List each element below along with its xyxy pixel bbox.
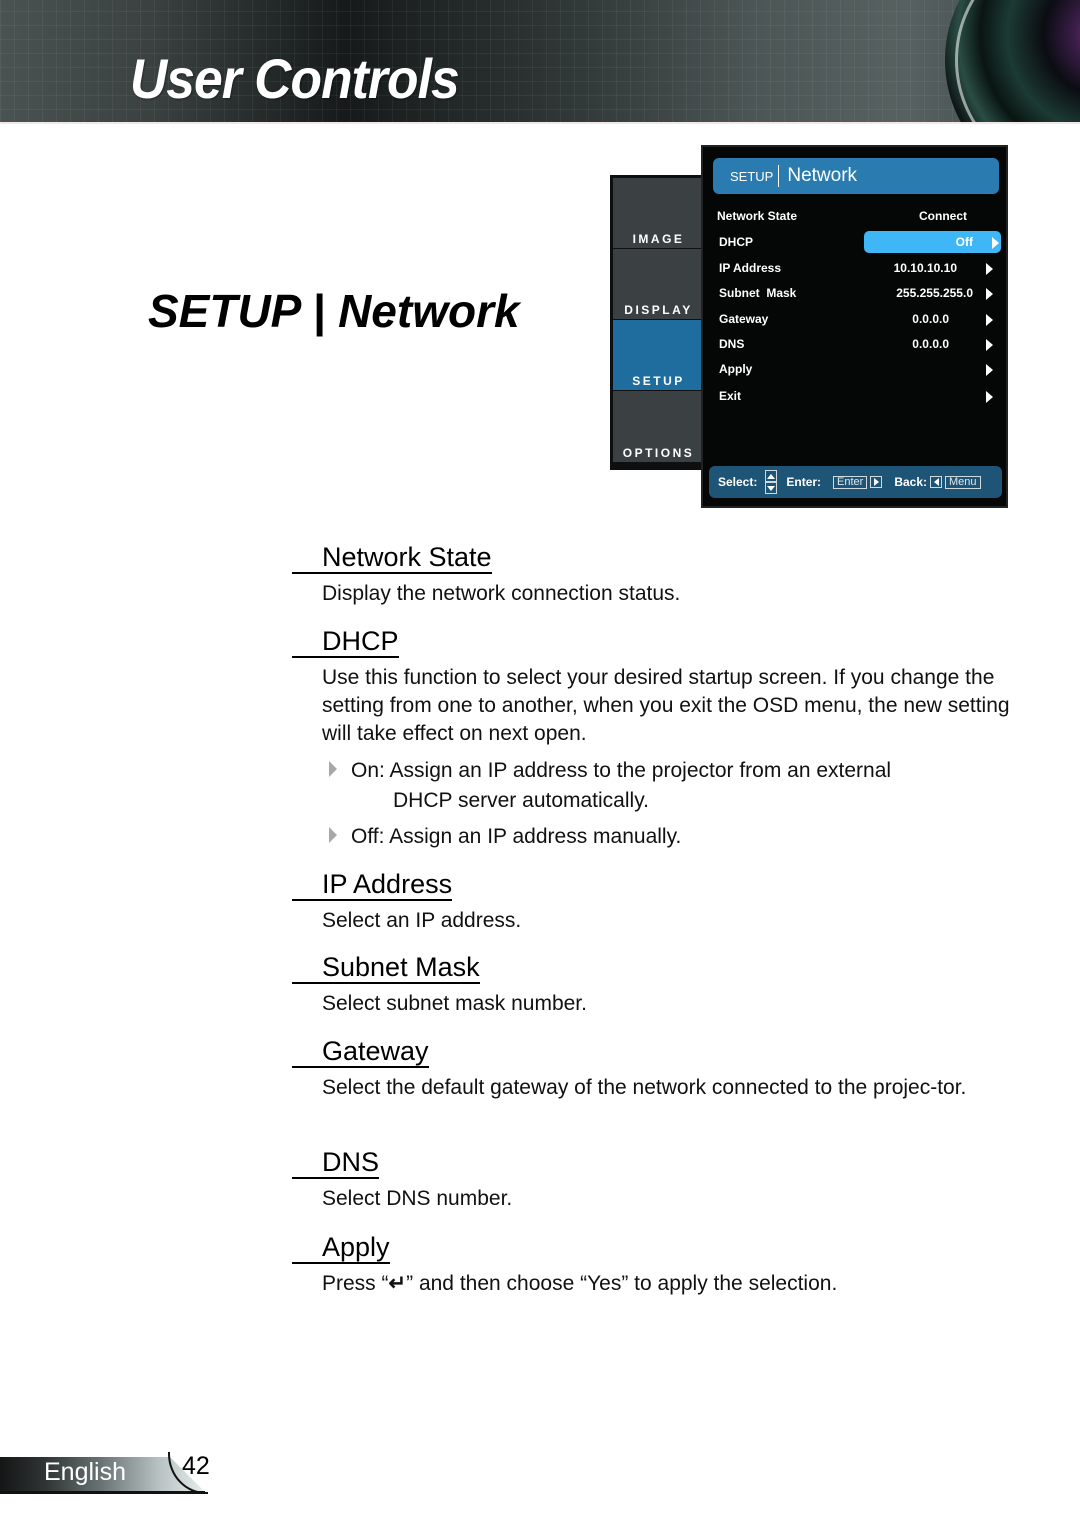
- osd-row-label: Network State: [717, 209, 798, 223]
- enter-key-icon: ↵: [388, 1272, 407, 1295]
- osd-row-ip-address: IP Address 10.10.10.10: [717, 257, 1003, 279]
- item-desc-apply: Press “↵” and then choose “Yes” to apply…: [322, 1270, 1012, 1298]
- dhcp-option-on-line1: On: Assign an IP address to the projecto…: [351, 759, 892, 782]
- osd-row-apply: Apply: [717, 358, 1003, 380]
- item-heading-dhcp: DHCP: [292, 626, 399, 658]
- osd-tab-image: IMAGE: [613, 178, 704, 249]
- apply-desc-before: Press “: [322, 1272, 389, 1295]
- dhcp-option-on-line2: DHCP server automatically.: [393, 789, 649, 812]
- enter-key-icon: Enter: [833, 475, 868, 489]
- osd-row-label: DHCP: [719, 235, 754, 249]
- osd-tab-setup: SETUP: [613, 320, 704, 391]
- left-key-icon: [930, 476, 943, 488]
- osd-row-dhcp: DHCP Off: [717, 231, 1003, 253]
- osd-row-label: DNS: [719, 337, 745, 351]
- osd-row-value: 0.0.0.0: [912, 312, 949, 326]
- lens-ring-decoration: [955, 0, 1080, 124]
- item-desc-network-state: Display the network connection status.: [322, 582, 681, 605]
- osd-row-dns: DNS 0.0.0.0: [717, 333, 1003, 355]
- item-desc-ip-address: Select an IP address.: [322, 909, 522, 932]
- chapter-title: User Controls: [130, 47, 460, 110]
- osd-header-page: Network: [787, 165, 858, 186]
- footer-language: English: [44, 1458, 126, 1486]
- osd-row-exit: Exit: [717, 385, 1003, 407]
- osd-header-separator: [778, 165, 780, 187]
- item-heading-gateway: Gateway: [292, 1036, 429, 1068]
- osd-row-value: 0.0.0.0: [912, 337, 949, 351]
- osd-row-value: 255.255.255.0: [896, 286, 973, 300]
- menu-key-icon: Menu: [945, 475, 981, 489]
- up-down-keys-icon: [765, 470, 778, 494]
- osd-tab-display: DISPLAY: [613, 249, 704, 320]
- right-key-icon: [870, 476, 883, 488]
- footer-rule: [0, 1491, 205, 1494]
- dhcp-option-off: Off: Assign an IP address manually.: [351, 825, 682, 848]
- osd-select-label: Select:: [718, 475, 758, 489]
- item-desc-gateway: Select the default gateway of the networ…: [322, 1076, 967, 1099]
- header-banner: User Controls: [0, 0, 1080, 124]
- item-desc-dns: Select DNS number.: [322, 1187, 513, 1210]
- chevron-right-icon: [986, 288, 993, 300]
- osd-row-label: Gateway: [719, 312, 769, 326]
- osd-tab-column: IMAGE DISPLAY SETUP OPTIONS: [610, 175, 704, 470]
- section-title: SETUP | Network: [148, 285, 520, 337]
- item-heading-ip-address: IP Address: [292, 869, 453, 901]
- banner-divider: [0, 122, 1080, 124]
- osd-row-label: Subnet Mask: [719, 286, 797, 300]
- osd-panel: SETUP Network Network State Connect DHCP…: [701, 145, 1008, 508]
- page-number: 42: [182, 1452, 210, 1480]
- apply-desc-after: ” and then choose “Yes” to apply the sel…: [406, 1272, 838, 1295]
- bullet-arrow-icon: [329, 827, 337, 843]
- chevron-right-icon: [992, 237, 999, 249]
- osd-row-label: Apply: [719, 362, 753, 376]
- item-heading-dns: DNS: [292, 1147, 380, 1179]
- chevron-right-icon: [986, 391, 993, 403]
- osd-row-network-state: Network State Connect: [717, 205, 1003, 227]
- osd-back-label: Back:: [894, 475, 928, 489]
- item-heading-subnet-mask: Subnet Mask: [292, 952, 480, 984]
- bullet-arrow-icon: [329, 761, 337, 777]
- item-heading-apply: Apply: [292, 1232, 390, 1264]
- osd-row-subnet-mask: Subnet Mask 255.255.255.0: [717, 282, 1003, 304]
- osd-enter-label: Enter:: [786, 475, 822, 489]
- chevron-right-icon: [986, 364, 993, 376]
- osd-header: SETUP Network: [713, 158, 999, 194]
- osd-selection-highlight: [864, 231, 1001, 253]
- chevron-right-icon: [986, 339, 993, 351]
- osd-key-hints: Select: Enter: Enter Back: Menu: [709, 466, 1002, 498]
- chevron-right-icon: [986, 263, 993, 275]
- item-heading-network-state: Network State: [292, 542, 492, 574]
- chevron-right-icon: [986, 314, 993, 326]
- osd-row-gateway: Gateway 0.0.0.0: [717, 308, 1003, 330]
- osd-row-value: Off: [955, 235, 973, 249]
- item-desc-subnet-mask: Select subnet mask number.: [322, 992, 587, 1015]
- item-desc-dhcp: Use this function to select your desired…: [322, 666, 1010, 745]
- osd-row-label: Exit: [719, 389, 742, 403]
- osd-header-category: SETUP: [730, 168, 774, 184]
- dhcp-option-on: On: Assign an IP address to the projecto…: [351, 756, 991, 816]
- osd-row-value: Connect: [919, 209, 967, 223]
- osd-tab-options: OPTIONS: [613, 391, 704, 462]
- osd-row-label: IP Address: [719, 261, 782, 275]
- osd-row-value: 10.10.10.10: [893, 261, 957, 275]
